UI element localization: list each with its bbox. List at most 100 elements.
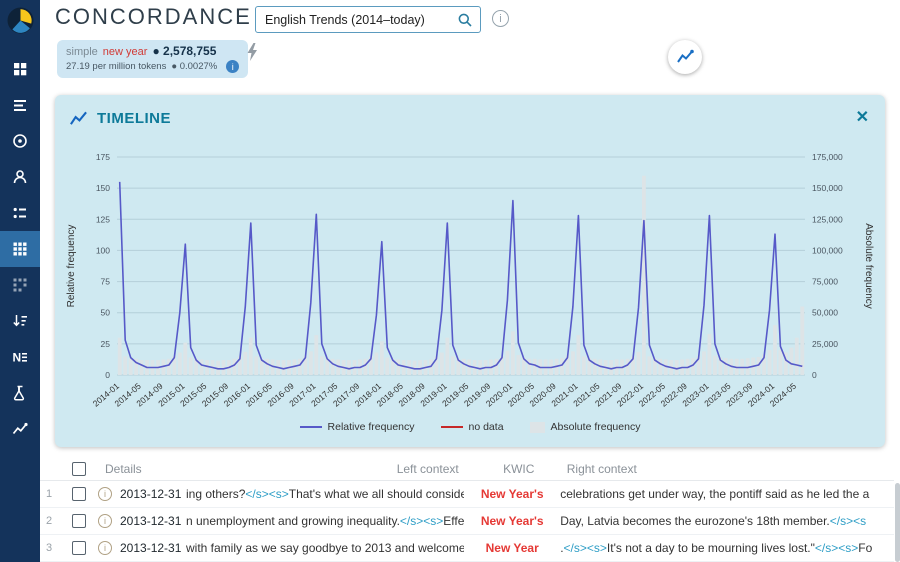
svg-text:125: 125 [96, 214, 110, 224]
svg-text:50: 50 [101, 308, 111, 318]
svg-text:100,000: 100,000 [812, 245, 843, 255]
right-context: celebrations get under way, the pontiff … [560, 487, 894, 501]
sidebar-item-thesaurus[interactable] [0, 195, 40, 231]
legend-item: Absolute frequency [530, 421, 641, 433]
table-row: 1i2013-12-31ing others?</s><s>That's wha… [40, 481, 894, 508]
search-icon[interactable] [457, 12, 473, 28]
svg-text:Absolute frequency: Absolute frequency [863, 223, 874, 309]
concordance-header-row: Details Left context KWIC Right context [40, 457, 894, 481]
concordance-rows: 1i2013-12-31ing others?</s><s>That's wha… [40, 481, 894, 562]
left-context: n unemployment and growing inequality.</… [186, 514, 464, 528]
context-text: Day, Latvia becomes the eurozone's 18th … [560, 514, 830, 528]
sentence-tag: </s><s> [815, 541, 858, 555]
left-context: with family as we say goodbye to 2013 an… [186, 541, 464, 555]
sidebar: N [0, 0, 40, 562]
sentence-tag: </s><s [830, 514, 866, 528]
sidebar-item-keywords[interactable] [0, 123, 40, 159]
table-row: 3i2013-12-31with family as we say goodby… [40, 535, 894, 562]
sentence-tag: </s><s> [400, 514, 443, 528]
legend-label: no data [469, 421, 504, 433]
details-column-header: Details [94, 462, 186, 476]
select-all-checkbox[interactable] [72, 462, 86, 476]
legend-label: Absolute frequency [551, 421, 641, 433]
svg-text:50,000: 50,000 [812, 308, 838, 318]
legend-item: no data [441, 421, 504, 433]
chart-legend: Relative frequency no data Absolute freque… [61, 421, 879, 433]
context-text: It's not a day to be mourning lives lost… [607, 541, 815, 555]
svg-text:175: 175 [96, 152, 110, 162]
row-number: 2 [40, 515, 64, 527]
legend-swatch [530, 422, 545, 433]
kwic-text[interactable]: New Year's [481, 487, 544, 501]
context-text: Effective [443, 514, 464, 528]
query-text: new year [103, 46, 148, 58]
kwic-text[interactable]: New Year's [481, 514, 544, 528]
timeline-chart-icon [675, 47, 695, 67]
legend-label: Relative frequency [328, 421, 415, 433]
legend-swatch [441, 426, 463, 428]
context-text: ing others? [186, 487, 245, 501]
row-date[interactable]: 2013-12-31 [116, 514, 186, 528]
sidebar-item-dashboard[interactable] [0, 51, 40, 87]
vertical-scrollbar[interactable] [895, 483, 900, 562]
hit-count: ● 2,578,755 [152, 44, 216, 58]
thesaurus-icon [11, 204, 29, 222]
quick-action-icon[interactable] [245, 42, 259, 67]
row-info-icon[interactable]: i [98, 487, 112, 501]
svg-text:0: 0 [812, 370, 817, 380]
left-context: ing others?</s><s>That's what we all sho… [186, 487, 464, 501]
row-checkbox[interactable] [72, 541, 86, 555]
flask-icon [11, 384, 29, 402]
corpus-info-icon[interactable]: i [492, 10, 509, 27]
row-checkbox[interactable] [72, 487, 86, 501]
page-title: CONCORDANCE [55, 4, 252, 30]
sidebar-item-parallel-concordance[interactable] [0, 267, 40, 303]
corpus-search-box[interactable] [255, 6, 481, 33]
app-logo-icon[interactable] [7, 7, 34, 39]
word-list-icon [11, 96, 29, 114]
svg-text:150: 150 [96, 183, 110, 193]
kwic-column-header: KWIC [471, 462, 567, 476]
legend-item: Relative frequency [300, 421, 415, 433]
trends-icon [11, 420, 29, 438]
row-checkbox[interactable] [72, 514, 86, 528]
dashboard-icon [11, 60, 29, 78]
timeline-panel: TIMELINE ✕ 002525,0005050,0007575,000100… [55, 95, 885, 447]
sidebar-item-word-list[interactable] [0, 87, 40, 123]
close-icon[interactable]: ✕ [856, 107, 869, 127]
sidebar-item-ngrams[interactable]: N [0, 339, 40, 375]
timeline-toggle-button[interactable] [668, 40, 702, 74]
svg-text:25: 25 [101, 339, 111, 349]
per-million-label: 27.19 per million tokens [66, 61, 166, 72]
chip-info-icon[interactable]: i [226, 60, 239, 73]
timeline-chart: 002525,0005050,0007575,000100100,0001251… [61, 135, 879, 421]
svg-text:75: 75 [101, 277, 111, 287]
sentence-tag: </s><s> [245, 487, 288, 501]
svg-text:75,000: 75,000 [812, 277, 838, 287]
row-date[interactable]: 2013-12-31 [116, 541, 186, 555]
word-sketch-icon [11, 168, 29, 186]
row-date[interactable]: 2013-12-31 [116, 487, 186, 501]
left-context-column-header: Left context [186, 462, 471, 476]
query-summary-chip[interactable]: simple new year ● 2,578,755 27.19 per mi… [57, 40, 248, 78]
corpus-search-input[interactable] [263, 12, 457, 28]
table-row: 2 i 2013-12-31n unemployment and growing i… [40, 508, 894, 535]
timeline-title-icon [69, 109, 88, 128]
context-text: n unemployment and growing inequality. [186, 514, 400, 528]
sidebar-item-word-sketch[interactable] [0, 159, 40, 195]
percent-label: ● 0.0027% [171, 61, 217, 72]
right-context-column-header: Right context [567, 462, 894, 476]
context-text: with family as we say goodbye to 2013 an… [186, 541, 464, 555]
main-area: CONCORDANCE i simple new year ● 2,578,75… [40, 0, 900, 562]
query-mode-label: simple [66, 46, 98, 58]
kwic-text[interactable]: New Year [486, 541, 539, 555]
sidebar-item-flask[interactable] [0, 375, 40, 411]
row-info-icon[interactable]: i [98, 514, 112, 528]
context-text: Fo [858, 541, 872, 555]
sidebar-item-trends[interactable] [0, 411, 40, 447]
svg-text:100: 100 [96, 245, 110, 255]
row-info-icon[interactable]: i [98, 541, 112, 555]
sidebar-item-frequency[interactable] [0, 303, 40, 339]
sidebar-item-concordance[interactable] [0, 231, 40, 267]
svg-text:Relative frequency: Relative frequency [66, 225, 77, 308]
